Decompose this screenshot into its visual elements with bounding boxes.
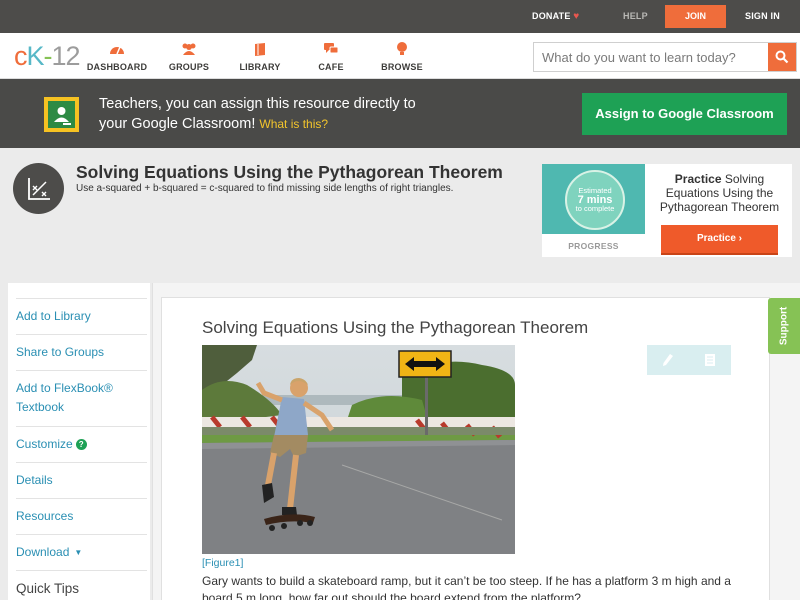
figure-caption[interactable]: [Figure1] <box>202 557 243 569</box>
nav-library[interactable]: LIBRARY <box>225 41 295 72</box>
cafe-icon <box>296 41 366 57</box>
banner-line1: Teachers, you can assign this resource d… <box>99 96 416 112</box>
sidebar-item-share-to-groups[interactable]: Share to Groups <box>16 334 147 370</box>
customize-label: Customize <box>16 437 73 451</box>
search-button[interactable] <box>768 43 796 71</box>
download-label: Download <box>16 545 70 559</box>
nav-dashboard-label: DASHBOARD <box>86 62 148 72</box>
content-tools <box>647 345 731 375</box>
progress-label: PROGRESS <box>568 241 619 251</box>
support-label: Support <box>778 306 790 346</box>
practice-card: Estimated 7 mins to complete PROGRESS Pr… <box>542 164 792 257</box>
logo-dash: - <box>43 41 53 71</box>
content-title: Solving Equations Using the Pythagorean … <box>202 318 589 337</box>
sidebar-item-customize[interactable]: Customize? <box>16 426 147 462</box>
heart-icon: ♥ <box>573 11 580 22</box>
caret-down-icon: ▼ <box>74 548 83 557</box>
practice-title: Practice Solving Equations Using the Pyt… <box>652 172 787 214</box>
nav-cafe[interactable]: CAFE <box>296 41 366 72</box>
google-classroom-banner: Teachers, you can assign this resource d… <box>0 79 800 148</box>
help-icon[interactable]: ? <box>75 439 87 450</box>
content-card: Solving Equations Using the Pythagorean … <box>161 297 770 600</box>
dashboard-icon <box>82 41 152 57</box>
sidebar-item-add-to-library[interactable]: Add to Library <box>16 298 147 334</box>
nav-browse-label: BROWSE <box>381 62 423 72</box>
main-header: cK-12 DASHBOARD GROUPS LIBRARY CAFE BROW… <box>0 33 800 79</box>
left-sidebar: Add to Library Share to Groups Add to Fl… <box>8 283 150 600</box>
notes-icon[interactable] <box>689 345 731 375</box>
flexbook-label-line2: Textbook <box>16 400 65 414</box>
top-bar: DONATE ♥ HELP JOIN SIGN IN <box>0 0 800 33</box>
nav-dashboard[interactable]: DASHBOARD <box>82 41 152 72</box>
sidebar-item-add-to-flexbook[interactable]: Add to FlexBook® Textbook <box>16 370 147 426</box>
what-is-this-link[interactable]: What is this? <box>259 117 328 131</box>
groups-icon <box>154 41 224 57</box>
skateboard-photo <box>202 345 515 554</box>
sidebar-item-download[interactable]: Download ▼ <box>16 534 147 570</box>
support-tab[interactable]: Support <box>768 298 800 354</box>
banner-text: Teachers, you can assign this resource d… <box>99 94 479 134</box>
nav-groups-label: GROUPS <box>168 62 210 72</box>
sign-in-link[interactable]: SIGN IN <box>745 11 780 21</box>
search-icon <box>775 50 789 64</box>
to-complete-label: to complete <box>575 204 615 213</box>
nav-cafe-label: CAFE <box>318 62 344 72</box>
nav-groups[interactable]: GROUPS <box>154 41 224 72</box>
library-icon <box>225 41 295 57</box>
logo-c: c <box>14 41 27 71</box>
pencil-icon[interactable] <box>647 345 689 375</box>
page-subtitle: Use a-squared + b-squared = c-squared to… <box>76 183 454 194</box>
join-button[interactable]: JOIN <box>665 5 726 28</box>
nav-browse[interactable]: BROWSE <box>367 41 437 72</box>
estimated-time-badge: Estimated 7 mins to complete <box>565 170 625 230</box>
assign-google-classroom-button[interactable]: Assign to Google Classroom <box>582 93 787 135</box>
quick-tips-heading: Quick Tips <box>16 570 147 596</box>
donate-link[interactable]: DONATE ♥ <box>532 11 579 22</box>
progress-graphic: Estimated 7 mins to complete <box>542 164 645 234</box>
logo-k: K <box>26 41 45 71</box>
banner-line2: your Google Classroom! <box>99 116 256 132</box>
donate-label: DONATE <box>532 11 571 21</box>
search-box <box>533 42 797 72</box>
search-input[interactable] <box>534 43 769 71</box>
google-classroom-icon <box>44 97 79 132</box>
practice-button-label: Practice <box>696 233 736 244</box>
practice-button[interactable]: Practice › <box>661 225 778 255</box>
sidebar-item-details[interactable]: Details <box>16 462 147 498</box>
practice-title-bold: Practice <box>674 172 722 186</box>
flexbook-label: Add to FlexBook® <box>16 381 113 395</box>
nav-library-label: LIBRARY <box>239 62 281 72</box>
modality-icon <box>13 163 64 214</box>
browse-icon <box>367 41 437 57</box>
help-link[interactable]: HELP <box>623 11 648 21</box>
chevron-right-icon: › <box>738 233 743 244</box>
page-title: Solving Equations Using the Pythagorean … <box>76 162 503 182</box>
ck12-logo[interactable]: cK-12 <box>14 41 81 72</box>
content-paragraph: Gary wants to build a skateboard ramp, b… <box>202 574 731 600</box>
sidebar-item-resources[interactable]: Resources <box>16 498 147 534</box>
logo-12: 12 <box>51 41 81 71</box>
